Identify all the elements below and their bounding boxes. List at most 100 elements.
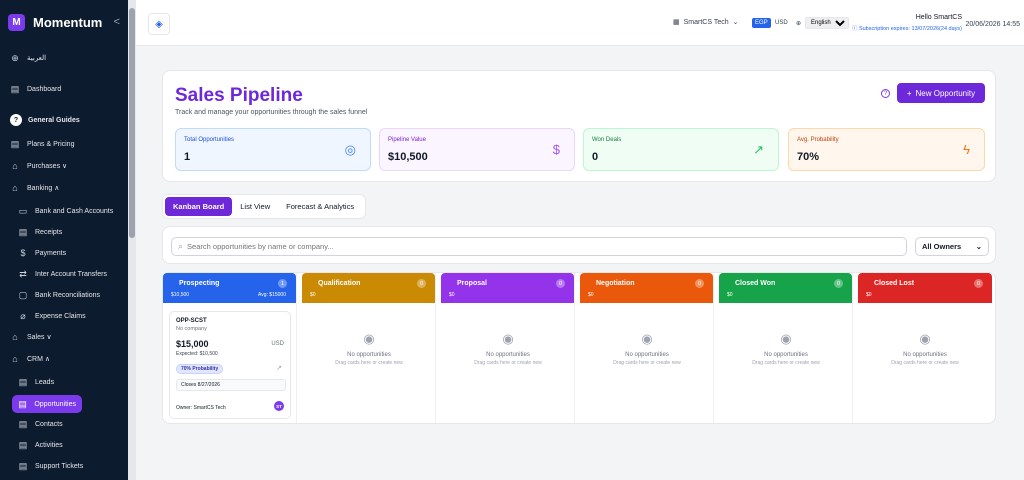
column-closed-lost: Closed Lost $0 0 ◉ No opportunities Drag… (858, 273, 992, 423)
page-subtitle: Track and manage your opportunities thro… (175, 109, 368, 116)
card-icon: ▭ (18, 205, 28, 216)
stat-avg-probability: Avg. Probability 70% ϟ (788, 128, 985, 171)
question-icon: ? (10, 114, 22, 126)
collapse-sidebar-icon[interactable]: < (114, 16, 120, 28)
count-badge: 0 (834, 279, 843, 288)
count-badge: 0 (417, 279, 426, 288)
sidebar-item-receipts[interactable]: ▤ Receipts (18, 225, 63, 239)
column-header: Qualification $0 0 (302, 273, 435, 303)
brand-logo: M (8, 13, 25, 31)
company-selector[interactable]: ▦ SmartCS Tech ⌄ (673, 18, 739, 27)
currency-usd[interactable]: USD (772, 18, 791, 28)
empty-state: ◉ No opportunities Drag cards here or cr… (302, 331, 436, 366)
clipboard-icon: ▢ (18, 289, 28, 300)
sidebar-item-support-tickets[interactable]: ▤ Support Tickets (18, 459, 84, 473)
language-selector[interactable]: ⊕ English (796, 17, 850, 29)
plus-icon: + (906, 88, 912, 98)
column-closed-won: Closed Won $0 0 ◉ No opportunities Drag … (719, 273, 853, 423)
sidebar-item-purchases[interactable]: ⌂ Purchases ∨ (10, 159, 67, 173)
count-badge: 0 (974, 279, 983, 288)
sidebar-item-expense-claims[interactable]: ⌀ Expense Claims (18, 309, 85, 323)
column-header: Negotiation $0 0 (580, 273, 713, 303)
document-icon: ▤ (18, 439, 28, 450)
column-qualification: Qualification $0 0 ◉ No opportunities Dr… (302, 273, 436, 423)
close-date: Closes 8/27/2026 (176, 379, 286, 391)
transfer-icon: ⇄ (19, 268, 27, 279)
stat-total-opportunities: Total Opportunities 1 ◎ (175, 128, 371, 171)
sidebar-item-plans[interactable]: ▤ Plans & Pricing (10, 137, 75, 151)
document-icon: ▤ (10, 83, 20, 94)
probability-badge: 70% Probability (176, 364, 224, 374)
column-negotiation: Negotiation $0 0 ◉ No opportunities Drag… (580, 273, 714, 423)
globe-icon: ⊕ (11, 52, 19, 63)
new-opportunity-button[interactable]: + New Opportunity (897, 83, 985, 103)
search-input[interactable] (187, 242, 888, 251)
sidebar-item-contacts[interactable]: ▤ Contacts (18, 417, 63, 431)
column-header: Closed Won $0 0 (719, 273, 852, 303)
column-proposal: Proposal $0 0 ◉ No opportunities Drag ca… (441, 273, 575, 423)
dollar-icon: $ (20, 248, 26, 258)
language-select[interactable]: English (805, 17, 850, 29)
subscription-status: ⓘ Subscription expires: 13/07/2026(24 da… (851, 26, 962, 32)
stat-won-deals: Won Deals 0 ↗ (583, 128, 779, 171)
sidebar-item-activities[interactable]: ▤ Activities (18, 438, 63, 452)
language-switch[interactable]: ⊕ العربية (10, 51, 46, 65)
sidebar-item-dashboard[interactable]: ▤ Dashboard (10, 82, 62, 96)
help-icon[interactable]: ? (881, 89, 890, 98)
top-bar: ◈ ▦ SmartCS Tech ⌄ EGP USD ⊕ English Hello … (136, 0, 1024, 46)
filter-bar: ⌕ All Owners⌄ (162, 226, 996, 264)
sidebar: M Momentum < ⊕ العربية ▤ Dashboard ? Genera… (0, 0, 128, 480)
empty-state: ◉ No opportunities Drag cards here or cr… (719, 331, 853, 366)
brand-bar: M Momentum < (0, 0, 128, 44)
page-title: Sales Pipeline (175, 85, 303, 106)
building-icon: ⌂ (12, 332, 18, 342)
count-badge: 0 (695, 279, 704, 288)
empty-state: ◉ No opportunities Drag cards here or cr… (580, 331, 714, 366)
sidebar-item-crm[interactable]: ⌂ CRM ∧ (10, 352, 50, 366)
building-icon: ⌂ (12, 183, 18, 193)
sidebar-item-transfers[interactable]: ⇄ Inter Account Transfers (18, 267, 107, 281)
sidebar-item-leads[interactable]: ▤ Leads (18, 375, 54, 389)
column-header: Proposal $0 0 (441, 273, 574, 303)
sidebar-scrollbar[interactable] (128, 0, 136, 480)
user-greeting: Hello SmartCS ⓘ Subscription expires: 13… (851, 14, 962, 32)
view-tabs: Kanban Board List View Forecast & Analyt… (162, 194, 366, 219)
chevron-down-icon: ⌄ (975, 242, 982, 251)
empty-state: ◉ No opportunities Drag cards here or cr… (441, 331, 575, 366)
currency-egp[interactable]: EGP (752, 18, 771, 28)
sidebar-item-payments[interactable]: $ Payments (18, 246, 66, 260)
empty-state: ◉ No opportunities Drag cards here or cr… (858, 331, 992, 366)
tab-forecast-analytics[interactable]: Forecast & Analytics (278, 197, 362, 216)
column-header: Closed Lost $0 0 (858, 273, 992, 303)
sidebar-item-reconciliations[interactable]: ▢ Bank Reconciliations (18, 288, 100, 302)
avatar: ST (274, 401, 284, 411)
paperclip-icon: ⌀ (20, 310, 26, 321)
count-badge: 1 (278, 279, 287, 288)
eye-icon: ◉ (780, 331, 792, 346)
sidebar-item-bank-accounts[interactable]: ▭ Bank and Cash Accounts (18, 204, 113, 218)
column-prospecting: Prospecting $10,500 Avg: $15000 1 OPP-SC… (163, 273, 297, 423)
brand-name: Momentum (33, 14, 103, 30)
search-box: ⌕ (171, 237, 907, 256)
search-icon: ⌕ (178, 241, 184, 251)
owner-filter-select[interactable]: All Owners ⌄ (915, 237, 989, 256)
scrollbar-thumb[interactable] (129, 8, 135, 238)
count-badge: 0 (556, 279, 565, 288)
company-logo-icon[interactable]: ◈ (148, 13, 170, 35)
building-icon: ⌂ (12, 161, 18, 171)
sidebar-item-sales[interactable]: ⌂ Sales ∨ (10, 330, 51, 344)
kanban-board: Prospecting $10,500 Avg: $15000 1 OPP-SC… (162, 272, 996, 424)
tab-kanban-board[interactable]: Kanban Board (165, 197, 233, 216)
stat-pipeline-value: Pipeline Value $10,500 $ (379, 128, 575, 171)
sidebar-item-general-guides[interactable]: ? General Guides (10, 113, 80, 127)
dollar-icon: $ (552, 142, 560, 157)
sidebar-item-opportunities[interactable]: ▤ Opportunities (12, 395, 82, 413)
pipeline-header: Sales Pipeline Track and manage your opp… (162, 70, 996, 182)
tab-list-view[interactable]: List View (232, 197, 278, 216)
sidebar-item-banking[interactable]: ⌂ Banking ∧ (10, 181, 59, 195)
opportunity-card[interactable]: OPP-SCST No company $15,000 USD Expected… (169, 311, 291, 419)
eye-icon: ◉ (502, 331, 514, 346)
building-icon: ▦ (673, 19, 680, 26)
eye-icon: ◉ (363, 331, 375, 346)
document-icon: ▤ (18, 398, 27, 409)
